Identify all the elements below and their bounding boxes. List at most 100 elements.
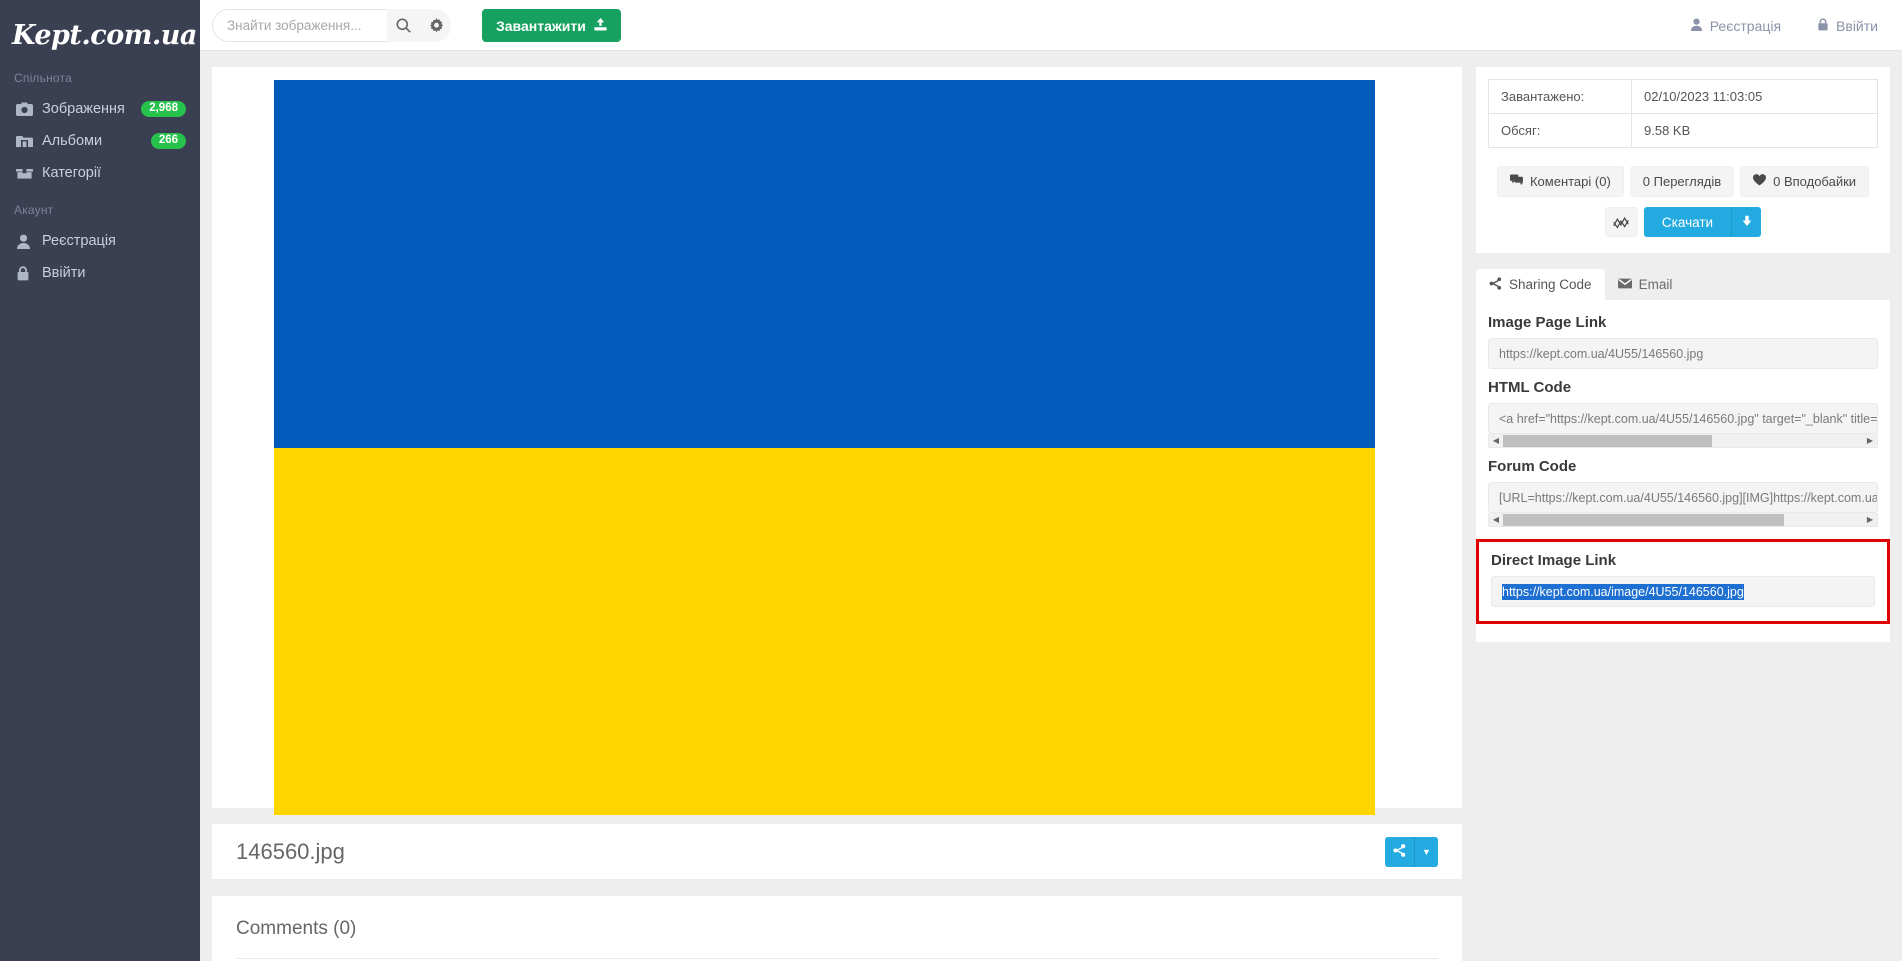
register-link-label: Реєстрація (1709, 17, 1782, 34)
html-code-input[interactable]: <a href="https://kept.com.ua/4U55/146560… (1488, 403, 1878, 434)
search-icon[interactable] (387, 9, 419, 42)
image-preview[interactable] (274, 80, 1375, 815)
likes-count-button[interactable]: 0 Вподобайки (1740, 166, 1870, 197)
sidebar-item-categories[interactable]: Категорії (0, 157, 200, 189)
share-dropdown-button[interactable]: ▼ (1414, 836, 1438, 867)
right-sidebar: Завантажено: 02/10/2023 11:03:05 Обсяг: … (1476, 67, 1890, 642)
upload-icon (594, 17, 607, 34)
scroll-right-icon[interactable]: ▶ (1863, 436, 1877, 445)
html-code-label: HTML Code (1488, 379, 1572, 396)
sidebar-item-albums-badge: 266 (150, 132, 186, 150)
image-page-link-label: Image Page Link (1488, 314, 1607, 331)
tab-email[interactable]: Email (1605, 269, 1686, 300)
sharing-panel: Sharing Code Email Image Page Link https… (1476, 269, 1890, 642)
sidebar-item-images[interactable]: Зображення 2,968 (0, 93, 200, 125)
search-input[interactable] (212, 9, 387, 42)
sidebar-item-categories-label: Категорії (42, 165, 102, 181)
table-row: Завантажено: 02/10/2023 11:03:05 (1488, 79, 1878, 114)
register-link[interactable]: Реєстрація (1690, 18, 1781, 34)
comments-card: Comments (0) (212, 896, 1462, 961)
likes-count-label: 0 Вподобайки (1773, 174, 1857, 189)
scrollbar-track[interactable] (1503, 513, 1863, 526)
search-group (212, 9, 451, 42)
download-arrow-icon (1741, 215, 1753, 230)
user-icon (1690, 18, 1703, 34)
tab-sharing-code-label: Sharing Code (1509, 277, 1592, 292)
comments-count-button[interactable]: Коментарі (0) (1496, 166, 1624, 197)
scrollbar-thumb[interactable] (1503, 513, 1784, 526)
top-bar: Завантажити Реєстрація Ввійти (200, 0, 1902, 51)
main-content: 146560.jpg ▼ Comments (0) Завантажено: 0… (200, 51, 1902, 961)
login-link-label: Ввійти (1836, 17, 1878, 34)
direct-image-link-label: Direct Image Link (1491, 552, 1617, 569)
direct-image-link-highlight: Direct Image Link https://kept.com.ua/im… (1476, 539, 1890, 624)
forum-code-input[interactable]: [URL=https://kept.com.ua/4U55/146560.jpg… (1488, 482, 1878, 513)
sharing-tabs: Sharing Code Email (1476, 269, 1890, 300)
direct-image-link-input[interactable]: https://kept.com.ua/image/4U55/146560.jp… (1491, 576, 1875, 607)
chevron-down-icon: ▼ (1422, 846, 1431, 857)
scrollbar-thumb[interactable] (1503, 434, 1712, 447)
forum-code-scrollbar[interactable]: ◀ ▶ (1488, 513, 1878, 527)
sidebar-section-community-title: Спільнота (14, 71, 72, 85)
sidebar-item-login[interactable]: Ввійти (0, 257, 200, 289)
box-icon (16, 166, 42, 180)
heart-icon (1753, 174, 1767, 189)
image-card (212, 67, 1462, 815)
scroll-right-icon[interactable]: ▶ (1863, 515, 1877, 524)
metadata-key-uploaded: Завантажено: (1488, 79, 1632, 114)
metadata-key-size: Обсяг: (1488, 113, 1632, 148)
metadata-value-uploaded: 02/10/2023 11:03:05 (1631, 79, 1878, 114)
brand-logo[interactable]: Kept.com.ua (0, 0, 200, 57)
flag-bottom-stripe (274, 447, 1375, 815)
share-icon (1489, 276, 1502, 293)
sidebar-section-account-title: Акаунт (14, 203, 54, 217)
image-title-card: 146560.jpg ▼ (212, 824, 1462, 879)
views-count-button[interactable]: 0 Переглядів (1629, 166, 1735, 197)
album-icon (16, 134, 42, 149)
download-button-row: Скачати (1488, 207, 1878, 237)
gear-icon[interactable] (419, 9, 451, 42)
flag-top-stripe (274, 80, 1375, 448)
share-button-group: ▼ (1385, 836, 1438, 867)
scroll-left-icon[interactable]: ◀ (1489, 515, 1503, 524)
views-count-label: 0 Переглядів (1642, 174, 1722, 189)
sidebar-item-register-label: Реєстрація (42, 233, 116, 249)
download-button[interactable]: Скачати (1643, 207, 1732, 237)
table-row: Обсяг: 9.58 KB (1488, 113, 1878, 148)
sidebar: Kept.com.ua Спільнота Зображення 2,968 А… (0, 0, 200, 961)
comments-count-label: Коментарі (0) (1529, 174, 1611, 189)
scrollbar-track[interactable] (1503, 434, 1863, 447)
comments-divider (236, 958, 1438, 959)
direct-image-link-value: https://kept.com.ua/image/4U55/146560.jp… (1502, 583, 1744, 600)
stats-button-row: Коментарі (0) 0 Переглядів 0 Вподобайки (1488, 166, 1878, 197)
comment-bubble-icon (1510, 174, 1523, 189)
sharing-tab-body: Image Page Link https://kept.com.ua/4U55… (1476, 300, 1890, 642)
envelope-icon (1617, 277, 1632, 292)
lock-icon (16, 265, 42, 281)
upload-button[interactable]: Завантажити (482, 9, 621, 42)
sidebar-item-register[interactable]: Реєстрація (0, 225, 200, 257)
sidebar-item-albums-label: Альбоми (42, 133, 103, 149)
page-title: 146560.jpg (236, 838, 345, 864)
top-right-links: Реєстрація Ввійти (1690, 0, 1878, 51)
app-root: Kept.com.ua Спільнота Зображення 2,968 А… (0, 0, 1902, 961)
sidebar-item-login-label: Ввійти (42, 265, 86, 281)
camera-icon (16, 102, 42, 117)
login-link[interactable]: Ввійти (1817, 18, 1878, 34)
stats-chart-icon[interactable] (1604, 207, 1638, 237)
tab-sharing-code[interactable]: Sharing Code (1476, 269, 1605, 300)
scroll-left-icon[interactable]: ◀ (1489, 436, 1503, 445)
html-code-scrollbar[interactable]: ◀ ▶ (1488, 434, 1878, 448)
share-button[interactable] (1385, 836, 1414, 867)
tab-email-label: Email (1638, 277, 1673, 292)
comments-heading: Comments (0) (236, 918, 357, 939)
share-icon (1393, 843, 1406, 860)
sidebar-item-albums[interactable]: Альбоми 266 (0, 125, 200, 157)
upload-button-label: Завантажити (496, 17, 586, 34)
metadata-value-size: 9.58 KB (1631, 113, 1878, 148)
image-page-link-input[interactable]: https://kept.com.ua/4U55/146560.jpg (1488, 338, 1878, 369)
user-icon (16, 234, 42, 249)
download-options-button[interactable] (1731, 207, 1762, 237)
sidebar-item-images-label: Зображення (42, 101, 125, 117)
lock-icon (1817, 17, 1829, 34)
